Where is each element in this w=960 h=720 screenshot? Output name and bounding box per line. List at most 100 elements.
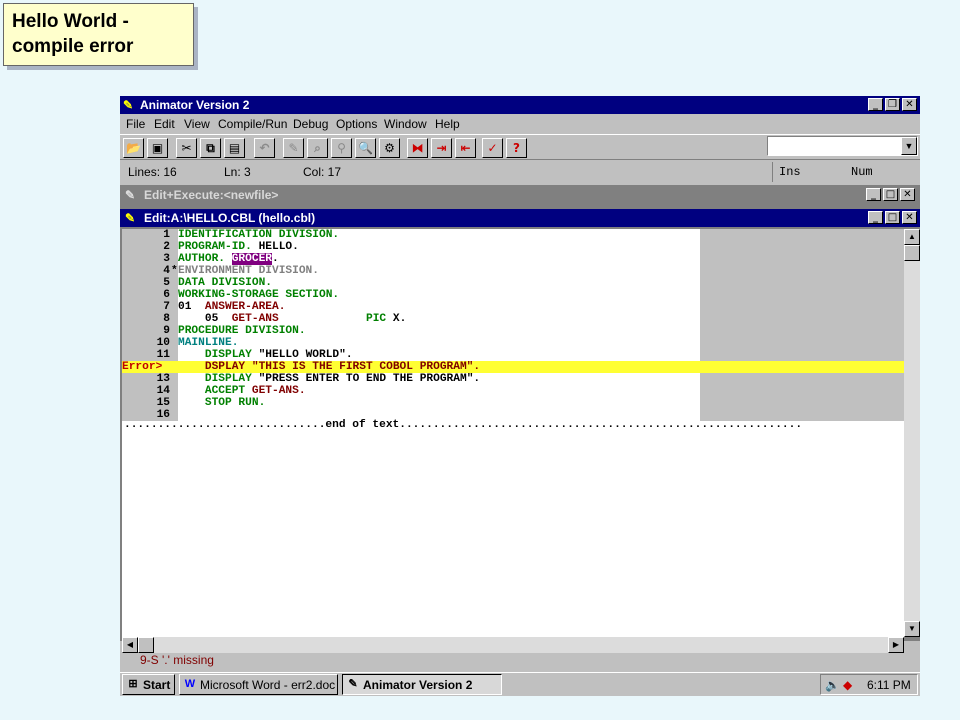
step-icon[interactable]: ⇥ bbox=[431, 138, 452, 158]
status-ln: Ln: 3 bbox=[224, 165, 251, 179]
line-number: 8 bbox=[163, 313, 170, 325]
run-icon[interactable]: ⇤ bbox=[455, 138, 476, 158]
code-line[interactable]: PROGRAM-ID. HELLO. bbox=[178, 241, 299, 253]
menu-file[interactable]: File bbox=[126, 114, 145, 134]
code-line[interactable]: WORKING-STORAGE SECTION. bbox=[178, 289, 339, 301]
animator-icon: ✎ bbox=[348, 678, 358, 690]
line-number: 2 bbox=[163, 241, 170, 253]
end-of-text-marker: ..............................end of tex… bbox=[124, 419, 803, 431]
editor-close-button[interactable]: ✕ bbox=[902, 211, 917, 224]
line-number: 4 bbox=[163, 265, 170, 277]
word-icon: W bbox=[184, 678, 196, 690]
scroll-up-icon[interactable]: ▲ bbox=[904, 229, 920, 245]
taskbar-animator[interactable]: ✎ Animator Version 2 bbox=[342, 674, 502, 695]
taskbar-word[interactable]: W Microsoft Word - err2.doc bbox=[179, 674, 338, 695]
check-syntax-icon[interactable]: ⧓ bbox=[407, 138, 428, 158]
execute-window-titlebar[interactable]: ✎ Edit+Execute:<newfile> _ □ ✕ bbox=[120, 186, 918, 204]
line-number: 3 bbox=[163, 253, 170, 265]
code-line[interactable]: DISPLAY "HELLO WORLD". bbox=[178, 349, 353, 361]
code-line[interactable]: DSPLAY "THIS IS THE FIRST COBOL PROGRAM"… bbox=[178, 361, 480, 373]
zoom-icon[interactable]: 🔍 bbox=[355, 138, 376, 158]
scroll-right-icon[interactable]: ▶ bbox=[888, 637, 904, 653]
copy-icon[interactable]: ⧉ bbox=[200, 138, 221, 158]
start-button[interactable]: ⊞ Start bbox=[122, 674, 175, 695]
close-button[interactable]: ✕ bbox=[902, 98, 917, 111]
speaker-icon[interactable]: 🔈 bbox=[825, 675, 840, 695]
menu-compile-run[interactable]: Compile/Run bbox=[218, 114, 287, 134]
find-next-icon[interactable]: ⌕ bbox=[307, 138, 328, 158]
editor-window-icon: ✎ bbox=[125, 211, 136, 225]
menu-view[interactable]: View bbox=[184, 114, 210, 134]
save-icon[interactable]: ▣ bbox=[147, 138, 168, 158]
app-titlebar[interactable]: ✎ Animator Version 2 _ ❐ ✕ bbox=[120, 96, 920, 114]
menu-debug[interactable]: Debug bbox=[293, 114, 328, 134]
status-ins: Ins bbox=[779, 165, 801, 179]
paste-icon[interactable]: ▤ bbox=[224, 138, 245, 158]
start-label: Start bbox=[143, 678, 171, 692]
menu-window[interactable]: Window bbox=[384, 114, 427, 134]
restore-button[interactable]: ❐ bbox=[885, 98, 900, 111]
help-icon[interactable]: ? bbox=[506, 138, 527, 158]
code-line[interactable]: IDENTIFICATION DIVISION. bbox=[178, 229, 339, 241]
minimize-button[interactable]: _ bbox=[868, 98, 883, 111]
menu-help[interactable]: Help bbox=[435, 114, 460, 134]
mdi-area: ✎ Edit+Execute:<newfile> _ □ ✕ ✎ Edit:A:… bbox=[120, 185, 920, 653]
line-number: 1 bbox=[163, 229, 170, 241]
chevron-down-icon[interactable]: ▼ bbox=[901, 137, 917, 155]
line-number: 13 bbox=[156, 373, 170, 385]
horizontal-scrollbar[interactable]: ◀ ▶ bbox=[122, 637, 904, 653]
code-line[interactable]: PROCEDURE DIVISION. bbox=[178, 325, 306, 337]
line-number: 15 bbox=[156, 397, 170, 409]
checkmark-icon[interactable]: ✓ bbox=[482, 138, 503, 158]
execute-window-title: Edit+Execute:<newfile> bbox=[144, 188, 279, 202]
editor-window-titlebar[interactable]: ✎ Edit:A:\HELLO.CBL (hello.cbl) _ □ ✕ bbox=[120, 209, 920, 227]
windows-logo-icon: ⊞ bbox=[128, 678, 138, 690]
code-line[interactable]: AUTHOR. GROCER. bbox=[178, 253, 279, 265]
menu-options[interactable]: Options bbox=[336, 114, 377, 134]
replace-icon[interactable]: ⚲ bbox=[331, 138, 352, 158]
open-icon[interactable]: 📂 bbox=[123, 138, 144, 158]
taskbar: ⊞ Start W Microsoft Word - err2.doc ✎ Anima… bbox=[120, 672, 920, 696]
clock[interactable]: 6:11 PM bbox=[867, 675, 911, 695]
code-line[interactable]: MAINLINE. bbox=[178, 337, 238, 349]
status-lines: Lines: 16 bbox=[128, 165, 177, 179]
app-title: Animator Version 2 bbox=[140, 98, 250, 112]
cut-icon[interactable]: ✂ bbox=[176, 138, 197, 158]
taskbar-animator-label: Animator Version 2 bbox=[363, 678, 473, 692]
animator-window: ✎ Animator Version 2 _ ❐ ✕ File Edit Vie… bbox=[120, 96, 920, 696]
code-editor[interactable]: 1 IDENTIFICATION DIVISION. 2 PROGRAM-ID. H… bbox=[122, 229, 904, 637]
code-line[interactable]: ENVIRONMENT DIVISION. bbox=[178, 265, 319, 277]
error-line[interactable]: Error> DSPLAY "THIS IS THE FIRST COBOL P… bbox=[122, 361, 904, 373]
scroll-down-icon[interactable]: ▼ bbox=[904, 621, 920, 637]
slide-title: Hello World - compile error bbox=[3, 3, 194, 66]
menubar: File Edit View Compile/Run Debug Options… bbox=[120, 114, 920, 134]
line-number: 6 bbox=[163, 289, 170, 301]
network-icon[interactable]: ◆ bbox=[843, 675, 852, 695]
code-line[interactable]: ACCEPT GET-ANS. bbox=[178, 385, 306, 397]
toolbar-combobox[interactable]: ▼ bbox=[767, 136, 918, 156]
code-line[interactable]: STOP RUN. bbox=[178, 397, 265, 409]
scroll-thumb[interactable] bbox=[904, 245, 920, 261]
scroll-left-icon[interactable]: ◀ bbox=[122, 637, 138, 653]
vertical-scrollbar[interactable]: ▲ ▼ bbox=[904, 229, 920, 637]
code-line[interactable]: 01 ANSWER-AREA. bbox=[178, 301, 285, 313]
find-icon[interactable]: ✎ bbox=[283, 138, 304, 158]
editor-maximize-button[interactable]: □ bbox=[885, 211, 900, 224]
comment-marker: * bbox=[171, 265, 178, 277]
execute-close-button[interactable]: ✕ bbox=[900, 188, 915, 201]
code-line[interactable]: 05 GET-ANS PIC X. bbox=[178, 313, 406, 325]
settings-icon[interactable]: ⚙ bbox=[379, 138, 400, 158]
compile-message-bar: 9-S '.' missing bbox=[120, 652, 920, 668]
taskbar-word-label: Microsoft Word - err2.doc bbox=[200, 678, 336, 692]
system-tray: 🔈 ◆ 6:11 PM bbox=[820, 674, 918, 695]
execute-maximize-button[interactable]: □ bbox=[883, 188, 898, 201]
code-line[interactable]: DATA DIVISION. bbox=[178, 277, 272, 289]
hscroll-thumb[interactable] bbox=[138, 637, 154, 653]
compile-error-message: 9-S '.' missing bbox=[140, 653, 214, 667]
code-line[interactable]: DISPLAY "PRESS ENTER TO END THE PROGRAM"… bbox=[178, 373, 480, 385]
line-number: 5 bbox=[163, 277, 170, 289]
editor-minimize-button[interactable]: _ bbox=[868, 211, 883, 224]
menu-edit[interactable]: Edit bbox=[154, 114, 175, 134]
execute-minimize-button[interactable]: _ bbox=[866, 188, 881, 201]
undo-icon[interactable]: ↶ bbox=[254, 138, 275, 158]
